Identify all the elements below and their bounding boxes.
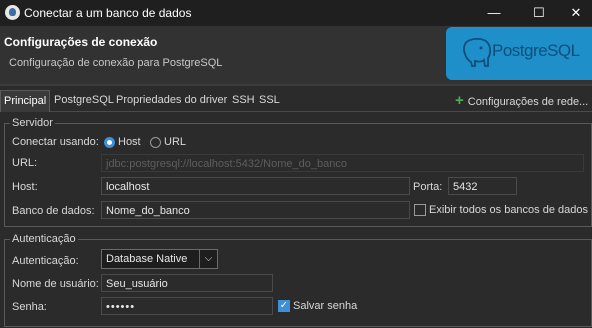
plus-icon: +: [455, 92, 464, 109]
url-radio[interactable]: [150, 137, 161, 148]
auth-method-label: Autenticação:: [12, 255, 79, 267]
username-field[interactable]: Seu_usuário: [101, 274, 273, 292]
database-label: Banco de dados:: [12, 205, 95, 217]
auth-method-select[interactable]: Database Native ⌵: [101, 249, 218, 269]
password-field[interactable]: ••••••: [101, 297, 273, 315]
tab-driver-properties[interactable]: Propriedades do driver: [116, 90, 227, 111]
header-subtitle: Configuração de conexão para PostgreSQL: [9, 57, 223, 69]
maximize-button[interactable]: ☐: [519, 0, 559, 26]
header-divider: [0, 84, 592, 86]
auth-method-value: Database Native: [106, 253, 188, 265]
show-all-databases-label[interactable]: Exibir todos os bancos de dados: [429, 204, 588, 216]
host-label: Host:: [12, 181, 38, 193]
close-button[interactable]: ✕: [556, 0, 592, 26]
header-title: Configurações de conexão: [4, 35, 158, 49]
tab-principal[interactable]: Principal: [0, 90, 51, 112]
save-password-checkbox[interactable]: ✓: [278, 300, 290, 312]
tab-postgresql[interactable]: PostgreSQL: [54, 90, 114, 111]
chevron-down-icon[interactable]: ⌵: [199, 250, 217, 268]
elephant-icon: [463, 37, 492, 67]
username-label: Nome de usuário:: [12, 278, 99, 290]
tab-ssl[interactable]: SSL: [259, 90, 280, 111]
tab-ssh[interactable]: SSH: [232, 90, 255, 111]
database-field[interactable]: Nome_do_banco: [101, 201, 410, 219]
url-radio-label[interactable]: URL: [164, 136, 186, 148]
password-label: Senha:: [12, 301, 47, 313]
host-radio-label[interactable]: Host: [118, 136, 141, 148]
save-password-label[interactable]: Salvar senha: [293, 300, 357, 312]
show-all-databases-checkbox[interactable]: [414, 204, 426, 216]
auth-legend: Autenticação: [10, 233, 78, 245]
port-field[interactable]: 5432: [448, 177, 517, 195]
network-settings-label: Configurações de rede...: [467, 96, 589, 108]
banner-postgresql-text: PostgreSQL: [492, 41, 580, 60]
connect-using-label: Conectar usando:: [12, 136, 99, 148]
host-field[interactable]: localhost: [101, 177, 410, 195]
url-label: URL:: [12, 157, 38, 169]
postgresql-logo-banner: PostgreSQL: [446, 27, 592, 80]
url-field[interactable]: jdbc:postgresql://localhost:5432/Nome_do…: [101, 154, 584, 172]
window-title: Conectar a um banco de dados: [24, 6, 192, 20]
dbeaver-app-icon: [5, 5, 20, 20]
server-legend: Servidor: [10, 117, 55, 129]
minimize-button[interactable]: —: [474, 0, 514, 26]
host-radio[interactable]: [104, 137, 115, 148]
port-label: Porta:: [413, 181, 443, 193]
network-settings-button[interactable]: + Configurações de rede...: [455, 92, 588, 110]
